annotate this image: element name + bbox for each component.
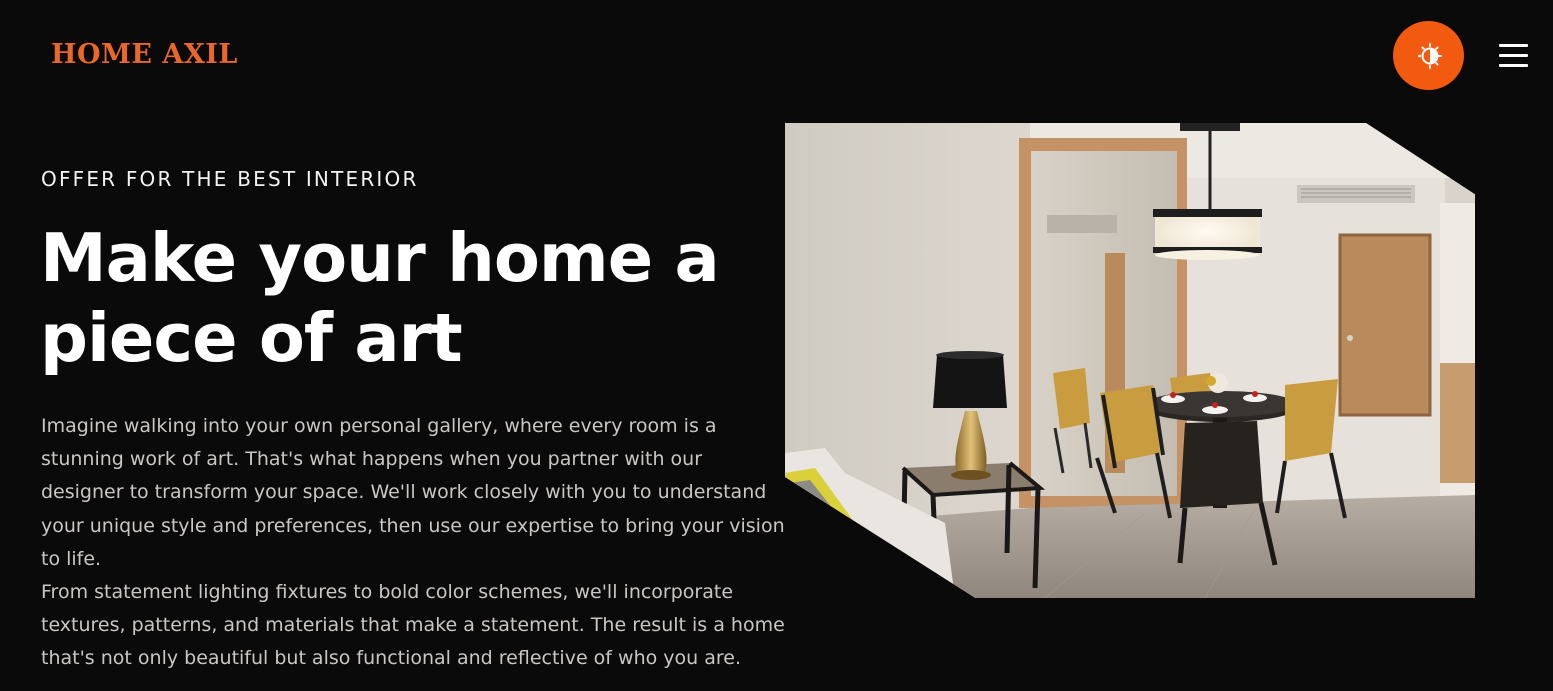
interior-dining-room-photo xyxy=(785,123,1475,598)
menu-line xyxy=(1499,54,1528,57)
theme-toggle-button[interactable] xyxy=(1393,21,1464,90)
menu-line xyxy=(1499,64,1528,67)
site-logo[interactable]: HOME AXIL xyxy=(51,38,238,72)
hero-title: Make your home a piece of art xyxy=(40,219,720,377)
menu-line xyxy=(1499,44,1528,47)
hamburger-menu-button[interactable] xyxy=(1499,44,1528,67)
hero-eyebrow: OFFER FOR THE BEST INTERIOR xyxy=(41,167,419,191)
hero-paragraph: Imagine walking into your own personal g… xyxy=(41,415,785,570)
page: HOME AXIL OFFER FOR THE BEST INTERIOR Ma… xyxy=(0,0,1553,691)
hero-paragraph: From statement lighting fixtures to bold… xyxy=(41,581,785,670)
hero-image xyxy=(785,123,1475,598)
sun-moon-icon xyxy=(1417,42,1442,69)
hero-description: Imagine walking into your own personal g… xyxy=(41,410,786,676)
